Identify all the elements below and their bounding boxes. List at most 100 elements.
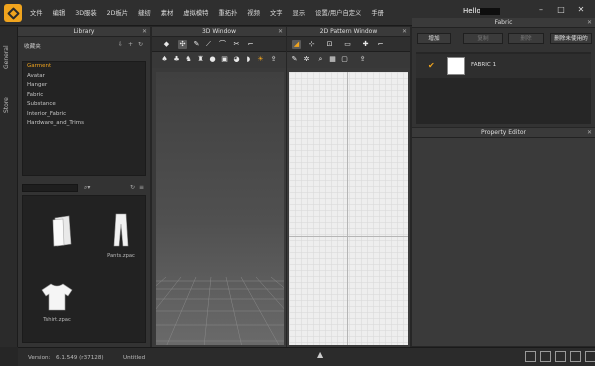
tab-general[interactable]: General: [3, 39, 15, 75]
tree-item-interior-fabric[interactable]: Interior_Fabric: [23, 110, 145, 120]
fabric-list: ✔ FABRIC 1: [416, 52, 591, 124]
menu-video[interactable]: 视频: [247, 8, 260, 17]
library-search-input[interactable]: [22, 184, 78, 192]
pin-2d-icon[interactable]: ✚: [361, 40, 370, 49]
garment-display-icon[interactable]: ♣: [172, 55, 181, 64]
transform-pattern-icon[interactable]: ⊹: [307, 40, 316, 49]
texture-icon[interactable]: ▣: [220, 55, 229, 64]
simulation-icon[interactable]: ♞: [184, 55, 193, 64]
favorites-label: 收藏夹: [24, 44, 41, 50]
refresh-icon[interactable]: ↻: [138, 41, 143, 48]
close-icon[interactable]: ✕: [576, 5, 586, 15]
menu-settings[interactable]: 设置/用户自定义: [315, 8, 361, 17]
menu-display[interactable]: 显示: [293, 8, 306, 17]
list-view-icon[interactable]: ≡: [139, 184, 144, 191]
zoom-icon[interactable]: ⌕: [316, 55, 325, 64]
minimize-icon[interactable]: –: [536, 5, 546, 15]
expand-up-icon[interactable]: ▲: [317, 350, 323, 359]
menu-sewing[interactable]: 缝纫: [138, 8, 151, 17]
menu-text[interactable]: 文字: [270, 8, 283, 17]
add-folder-icon[interactable]: +: [128, 41, 133, 48]
copy-fabric-button[interactable]: 复制: [463, 33, 503, 44]
2d-toolbar-primary: ◢ ⊹ ⊡ ▭ ✚ ⌐: [287, 37, 410, 52]
3d-toolbar-secondary: ♠ ♣ ♞ ♜ ● ▣ ◕ ◗ ☀ ⇪: [152, 52, 286, 68]
fabric-buttons: 增加 复制 删除 删除未使用的: [412, 31, 595, 45]
avatar-hair-icon[interactable]: ◕: [232, 55, 241, 64]
iron-icon[interactable]: ⌐: [246, 40, 255, 49]
shoe-icon[interactable]: ◗: [244, 55, 253, 64]
layout-single-icon[interactable]: [525, 351, 536, 362]
pin-icon[interactable]: ✎: [192, 40, 201, 49]
refresh-list-icon[interactable]: ↻: [130, 184, 135, 191]
download-icon[interactable]: ⇩: [118, 41, 123, 48]
2d-pattern-canvas[interactable]: [289, 72, 408, 345]
property-editor-panel: Property Editor ✕: [412, 128, 595, 346]
tree-item-garment[interactable]: Garment: [23, 62, 145, 72]
delete-unused-button[interactable]: 删除未使用的: [550, 33, 592, 44]
fabric-title-bar: Fabric ✕: [412, 18, 595, 28]
measure-icon[interactable]: ⌒: [218, 40, 227, 49]
menu-file[interactable]: 文件: [30, 8, 43, 17]
layout-3d-icon[interactable]: [555, 351, 566, 362]
2d-window-close-icon[interactable]: ✕: [402, 27, 407, 37]
select-mesh-icon[interactable]: ✣: [178, 40, 187, 49]
2d-window-title-bar: 2D Pattern Window ✕: [287, 27, 410, 37]
file-item-tshirt[interactable]: Tshirt.zpac: [37, 282, 77, 323]
3d-viewport[interactable]: [156, 72, 284, 345]
app-logo-icon: [4, 4, 22, 22]
menu-3d-garment[interactable]: 3D服装: [75, 8, 96, 17]
edit-pattern-icon[interactable]: ◢: [292, 40, 301, 49]
fabric-item[interactable]: ✔ FABRIC 1: [416, 54, 591, 78]
tree-item-substance[interactable]: Substance: [23, 100, 145, 110]
export-icon[interactable]: ⇪: [269, 55, 278, 64]
file-item-folder[interactable]: [43, 214, 83, 253]
brush-icon[interactable]: ✎: [290, 55, 299, 64]
delete-fabric-button[interactable]: 删除: [508, 33, 544, 44]
library-close-icon[interactable]: ✕: [142, 27, 147, 37]
avatar-icon[interactable]: ♠: [160, 55, 169, 64]
tape-icon[interactable]: ✂: [232, 40, 241, 49]
fabric-name: FABRIC 1: [471, 62, 497, 68]
grid-icon[interactable]: ▦: [328, 55, 337, 64]
menu-edit[interactable]: 编辑: [53, 8, 66, 17]
menu-2d-pattern[interactable]: 2D板片: [107, 8, 128, 17]
fullscreen-icon[interactable]: [585, 351, 595, 362]
user-greeting[interactable]: Hello: [463, 7, 481, 15]
menu-retopology[interactable]: 重拓扑: [218, 8, 237, 17]
sewing-icon[interactable]: ⌐: [376, 40, 385, 49]
fabric-close-icon[interactable]: ✕: [587, 18, 592, 28]
2d-window-title: 2D Pattern Window: [319, 28, 378, 35]
add-fabric-button[interactable]: 增加: [417, 33, 451, 44]
property-editor-close-icon[interactable]: ✕: [587, 128, 592, 138]
tab-store[interactable]: Store: [3, 93, 15, 117]
favorites-header: 收藏夹 ⇩ + ↻: [18, 37, 150, 51]
menu-materials[interactable]: 素材: [161, 8, 174, 17]
menu-manual[interactable]: 手册: [371, 8, 384, 17]
library-tools: ⌕▾ ↻ ≡: [22, 184, 146, 192]
show-avatar-icon[interactable]: ●: [208, 55, 217, 64]
tree-item-fabric[interactable]: Fabric: [23, 91, 145, 101]
sun-light-icon[interactable]: ☀: [256, 55, 265, 64]
maximize-icon[interactable]: □: [556, 5, 566, 15]
center-line-horizontal: [289, 236, 408, 237]
3d-window-close-icon[interactable]: ✕: [278, 27, 283, 37]
fold-arrangement-icon[interactable]: ⟋: [204, 40, 213, 49]
tree-item-hanger[interactable]: Hanger: [23, 81, 145, 91]
tree-item-hardware-trims[interactable]: Hardware_and_Trims: [23, 119, 145, 129]
edit-point-icon[interactable]: ⊡: [325, 40, 334, 49]
image-icon[interactable]: ▢: [340, 55, 349, 64]
hanger-icon[interactable]: ♜: [196, 55, 205, 64]
fabric-panel: Fabric ✕ 增加 复制 删除 删除未使用的 ✔ FABRIC 1: [412, 18, 595, 127]
rectangle-icon[interactable]: ▭: [343, 40, 352, 49]
texture-2d-icon[interactable]: ✲: [302, 55, 311, 64]
search-icon[interactable]: ⌕▾: [84, 184, 90, 192]
select-move-icon[interactable]: ◆: [162, 40, 171, 49]
folder-garment-icon: [52, 215, 72, 247]
file-item-pants[interactable]: Pants.zpac: [101, 212, 141, 259]
fabric-swatch: [447, 57, 465, 75]
menu-avatar[interactable]: 虚拟模特: [183, 8, 208, 17]
layout-split-icon[interactable]: [540, 351, 551, 362]
export-2d-icon[interactable]: ⇪: [358, 55, 367, 64]
layout-2d-icon[interactable]: [570, 351, 581, 362]
tree-item-avatar[interactable]: Avatar: [23, 72, 145, 82]
